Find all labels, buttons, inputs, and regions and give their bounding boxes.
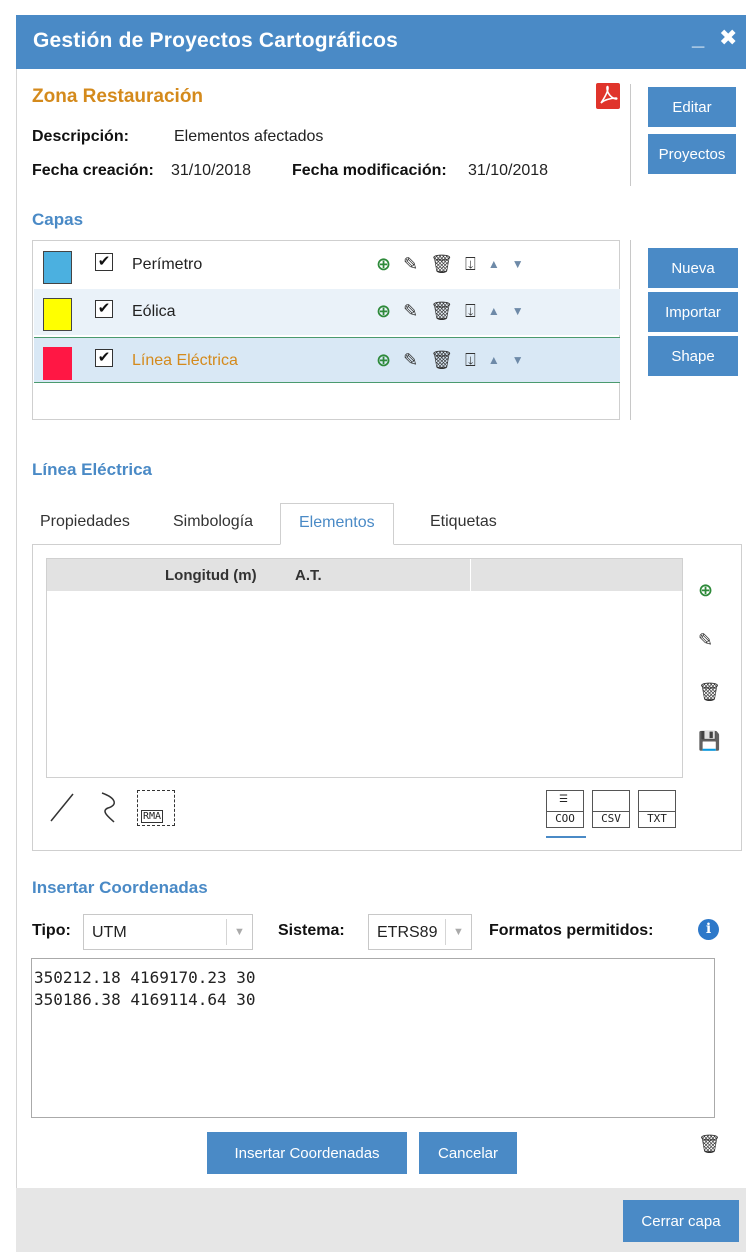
trash-icon[interactable]: 🗑 — [698, 682, 721, 703]
created-value: 31/10/2018 — [171, 162, 252, 179]
save-icon[interactable]: 💾 — [698, 731, 720, 752]
description-value: Elementos afectados — [174, 128, 324, 145]
move-down-icon[interactable]: ▼ — [512, 258, 524, 270]
elements-table: Longitud (m) A.T. — [46, 558, 683, 778]
layer-visibility-checkbox[interactable]: ✔ — [95, 253, 113, 271]
divider — [630, 240, 631, 420]
move-up-icon[interactable]: ▲ — [488, 258, 500, 270]
layer-color-swatch[interactable] — [43, 347, 72, 380]
csv-file-icon[interactable]: CSV — [592, 790, 630, 828]
type-select[interactable]: UTM ▼ — [83, 914, 253, 950]
zoom-in-icon[interactable]: ⊕ — [376, 255, 391, 273]
layer-row-eolica[interactable]: ✔ Eólica ⊕ ✎ 🗑 ⍗ ▲ ▼ — [34, 289, 620, 335]
system-label: Sistema: — [278, 922, 345, 939]
import-layer-button[interactable]: Importar — [648, 292, 738, 332]
pencil-icon[interactable]: ✎ — [403, 302, 418, 320]
layer-name: Línea Eléctrica — [132, 352, 238, 369]
download-icon[interactable]: ⍗ — [465, 255, 476, 273]
chevron-down-icon: ▼ — [445, 919, 471, 945]
cancel-button[interactable]: Cancelar — [419, 1132, 517, 1174]
layer-visibility-checkbox[interactable]: ✔ — [95, 349, 113, 367]
layer-visibility-checkbox[interactable]: ✔ — [95, 300, 113, 318]
modified-label: Fecha modificación: — [292, 162, 447, 179]
coo-file-icon[interactable]: ☰ COO — [546, 790, 584, 828]
modified-value: 31/10/2018 — [468, 162, 549, 179]
line-tool-icon[interactable] — [48, 790, 76, 824]
trash-icon[interactable]: 🗑 — [430, 255, 453, 273]
shape-button[interactable]: Shape — [648, 336, 738, 376]
info-icon[interactable]: i — [698, 919, 719, 940]
formats-label: Formatos permitidos: — [489, 922, 654, 939]
divider — [630, 84, 631, 186]
txt-file-icon[interactable]: TXT — [638, 790, 676, 828]
move-up-icon[interactable]: ▲ — [488, 305, 500, 317]
curve-tool-icon[interactable] — [98, 790, 124, 824]
window-title: Gestión de Proyectos Cartográficos — [33, 29, 399, 52]
move-up-icon[interactable]: ▲ — [488, 354, 500, 366]
rma-tool-icon[interactable]: RMA — [137, 790, 175, 826]
download-icon[interactable]: ⍗ — [465, 302, 476, 320]
layer-row-linea-electrica[interactable]: ✔ Línea Eléctrica ⊕ ✎ 🗑 ⍗ ▲ ▼ — [34, 337, 620, 383]
pencil-icon[interactable]: ✎ — [403, 255, 418, 273]
table-header: Longitud (m) A.T. — [47, 559, 682, 591]
move-down-icon[interactable]: ▼ — [512, 354, 524, 366]
tab-propiedades[interactable]: Propiedades — [40, 503, 130, 545]
download-icon[interactable]: ⍗ — [465, 351, 476, 369]
move-down-icon[interactable]: ▼ — [512, 305, 524, 317]
tab-simbologia[interactable]: Simbología — [173, 503, 253, 545]
zoom-in-icon[interactable]: ⊕ — [698, 580, 713, 601]
layers-list: ✔ Perímetro ⊕ ✎ 🗑 ⍗ ▲ ▼ ✔ Eólica ⊕ ✎ 🗑 ⍗… — [32, 240, 620, 420]
trash-icon[interactable]: 🗑 — [698, 1134, 721, 1155]
trash-icon[interactable]: 🗑 — [430, 302, 453, 320]
column-divider — [470, 559, 471, 591]
projects-button[interactable]: Proyectos — [648, 134, 736, 174]
pencil-icon[interactable]: ✎ — [403, 351, 418, 369]
description-label: Descripción: — [32, 128, 129, 145]
column-header-longitud[interactable]: Longitud (m) — [165, 567, 257, 584]
layer-row-perimetro[interactable]: ✔ Perímetro ⊕ ✎ 🗑 ⍗ ▲ ▼ — [34, 242, 620, 288]
zoom-in-icon[interactable]: ⊕ — [376, 302, 391, 320]
layer-name: Eólica — [132, 303, 176, 320]
window-titlebar: Gestión de Proyectos Cartográficos _ ✖ — [16, 15, 746, 69]
tab-elementos[interactable]: Elementos — [280, 503, 394, 545]
close-layer-button[interactable]: Cerrar capa — [623, 1200, 739, 1242]
close-icon[interactable]: ✖ — [719, 25, 737, 51]
minimize-button[interactable]: _ — [692, 25, 704, 51]
edit-button[interactable]: Editar — [648, 87, 736, 127]
pencil-icon[interactable]: ✎ — [698, 630, 713, 651]
insert-coordinates-button[interactable]: Insertar Coordenadas — [207, 1132, 407, 1174]
insert-coords-heading: Insertar Coordenadas — [32, 878, 208, 897]
panel-border — [16, 69, 17, 1252]
chevron-down-icon: ▼ — [226, 919, 252, 945]
zoom-in-icon[interactable]: ⊕ — [376, 351, 391, 369]
pdf-icon[interactable] — [596, 83, 620, 109]
created-label: Fecha creación: — [32, 162, 154, 179]
tab-bar: Propiedades Simbología Elementos Etiquet… — [32, 503, 742, 545]
column-header-at[interactable]: A.T. — [295, 567, 322, 584]
type-label: Tipo: — [32, 922, 71, 939]
layer-detail-heading: Línea Eléctrica — [32, 460, 153, 479]
new-layer-button[interactable]: Nueva — [648, 248, 738, 288]
trash-icon[interactable]: 🗑 — [430, 351, 453, 369]
tab-etiquetas[interactable]: Etiquetas — [430, 503, 497, 545]
layer-color-swatch[interactable] — [43, 298, 72, 331]
project-name: Zona Restauración — [32, 86, 204, 107]
layer-color-swatch[interactable] — [43, 251, 72, 284]
system-select[interactable]: ETRS89 ▼ — [368, 914, 472, 950]
layers-heading: Capas — [32, 210, 84, 229]
coordinates-textarea[interactable]: 350212.18 4169170.23 30 350186.38 416911… — [31, 958, 715, 1118]
coo-active-underline — [546, 836, 586, 838]
layer-name: Perímetro — [132, 256, 203, 273]
